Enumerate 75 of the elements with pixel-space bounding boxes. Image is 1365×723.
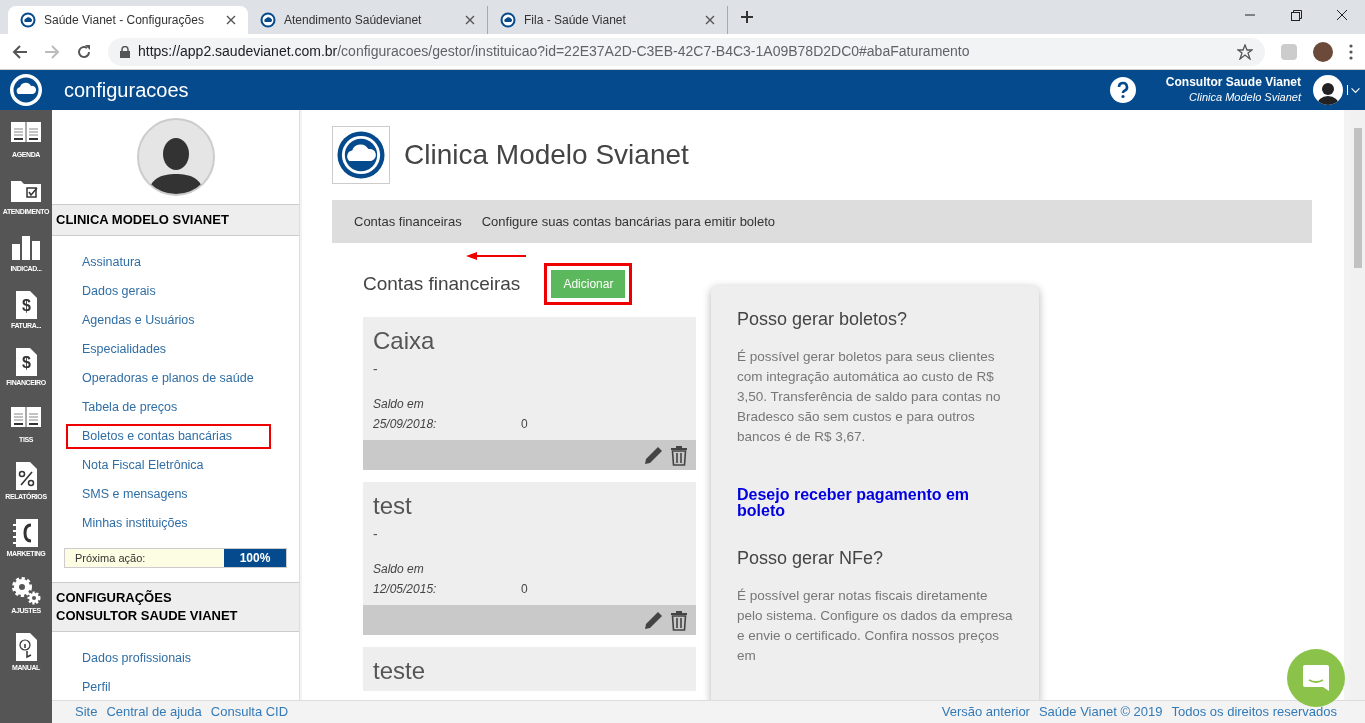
- progress-label: Próxima ação:: [75, 550, 147, 566]
- sidebar-link[interactable]: Nota Fiscal Eletrônica: [66, 453, 271, 478]
- info-paragraph: É possível gerar boletos para seus clientes com integração automática ao custo de R$ 3,50. Transferência de saldo para contas no Bradesco são sem custos e para outros bancos é de R$ 3,67.: [737, 348, 1002, 446]
- header-text: Configure suas contas bancárias para emitir boleto: [481, 212, 776, 231]
- footer-link[interactable]: Saúde Vianet © 2019: [1038, 702, 1163, 722]
- balance-date: 25/09/2018:: [373, 416, 438, 433]
- sidebar-link[interactable]: Minhas instituições: [66, 511, 271, 536]
- browser-tab[interactable]: Saúde Vianet - Configurações: [8, 6, 248, 34]
- dollar-sign: $: [21, 353, 32, 373]
- info-heading: Posso gerar boletos?: [737, 308, 909, 331]
- sidebar-link[interactable]: Assinatura: [66, 250, 271, 275]
- footer-link[interactable]: Site: [75, 702, 98, 722]
- favicon-icon: [500, 12, 516, 28]
- chat-icon: [1301, 663, 1331, 693]
- account-name: Caixa: [373, 327, 436, 355]
- pointer-arrow: [466, 252, 526, 260]
- trash-icon[interactable]: [670, 609, 688, 631]
- info-link[interactable]: Desejo receber pagamento em boleto: [737, 487, 1013, 519]
- close-tab-icon[interactable]: [705, 15, 715, 25]
- favicon-icon: [20, 12, 36, 28]
- address-field[interactable]: https://app2.saudevianet.com.br/configuracoes/gestor/instituicao?id=22E37A2D-C3EB-42C7-B4C3-1A09B78D2DC0#abaFaturamento: [108, 37, 1265, 66]
- header-text: Contas financeiras: [354, 212, 462, 231]
- profile-avatar[interactable]: [1313, 41, 1333, 62]
- star-icon[interactable]: [1237, 43, 1253, 60]
- account-subtitle: -: [373, 525, 379, 544]
- gears-icon[interactable]: [9, 574, 43, 606]
- user-organization: Clinica Modelo Svianet: [1189, 90, 1301, 105]
- account-subtitle: -: [373, 360, 379, 379]
- menu-icon[interactable]: [1349, 43, 1353, 60]
- balance-label: Saldo em: [373, 396, 425, 413]
- pencil-icon[interactable]: [643, 444, 664, 466]
- account-name: teste: [373, 657, 427, 685]
- balance-value: 0: [521, 581, 528, 598]
- clinic-logo: [332, 126, 390, 184]
- clinic-name: Clinica Modelo Svianet: [404, 138, 689, 172]
- reload-icon[interactable]: [76, 43, 92, 60]
- lock-icon: [120, 45, 130, 58]
- user-avatar[interactable]: [1313, 75, 1343, 105]
- info-heading: Posso gerar NFe?: [737, 547, 885, 570]
- balance-value: 0: [521, 416, 528, 433]
- favicon-icon: [260, 12, 276, 28]
- sidebar-link[interactable]: Dados profissionais: [66, 646, 271, 671]
- sidebar-link[interactable]: Dados gerais: [66, 279, 271, 304]
- footer-link[interactable]: Versão anterior: [941, 702, 1030, 722]
- sidebar-link[interactable]: Agendas e Usuários: [66, 308, 271, 333]
- sidebar-link[interactable]: Tabela de preços: [66, 395, 271, 420]
- footer-link[interactable]: Consulta CID: [210, 702, 289, 722]
- new-tab-icon[interactable]: [740, 10, 754, 24]
- user-name: Consultor Saude Vianet: [1165, 75, 1301, 90]
- sidebar-link[interactable]: Boletos e contas bancárias: [66, 424, 271, 449]
- back-icon[interactable]: [12, 43, 28, 60]
- sidebar-link[interactable]: Perfil: [66, 675, 271, 700]
- balance-label: Saldo em: [373, 561, 425, 578]
- info-paragraph: É possível gerar notas fiscais diretamente pelo sistema. Configure os dados da empresa e envie o certificado. Confira nossos preços em: [737, 587, 1013, 665]
- logo-icon[interactable]: [9, 73, 43, 107]
- chevron-down-icon[interactable]: [1347, 85, 1361, 95]
- sidebar-link[interactable]: Especialidades: [66, 337, 271, 362]
- url-text: https://app2.saudevianet.com.br/configuracoes/gestor/instituicao?id=22E37A2D-C3EB-42C7-B4C3-1A09B78D2DC0#abaFaturamento: [138, 42, 970, 61]
- footer-link[interactable]: Todos os direitos reservados: [1171, 702, 1337, 722]
- account-name: test: [373, 492, 413, 520]
- pencil-icon[interactable]: [643, 609, 664, 631]
- sidebar-link[interactable]: SMS e mensagens: [66, 482, 271, 507]
- close-tab-icon[interactable]: [465, 15, 475, 25]
- section-heading: CLINICA MODELO SVIANET: [52, 204, 299, 236]
- sidebar-link[interactable]: Operadoras e planos de saúde: [66, 366, 271, 391]
- close-tab-icon[interactable]: [226, 15, 236, 25]
- progress-reading: 100%: [238, 550, 272, 567]
- help-icon[interactable]: [1109, 77, 1136, 103]
- footer-link[interactable]: Central de ajuda: [106, 702, 202, 722]
- section-heading: CONFIGURAÇÕES CONSULTOR SAUDE VIANET: [52, 582, 299, 632]
- dollar-sign: $: [21, 296, 32, 316]
- balance-date: 12/05/2015:: [373, 581, 438, 598]
- section-title: Contas financeiras: [363, 271, 521, 296]
- page-title: configuracoes: [64, 78, 189, 103]
- trash-icon[interactable]: [670, 444, 688, 466]
